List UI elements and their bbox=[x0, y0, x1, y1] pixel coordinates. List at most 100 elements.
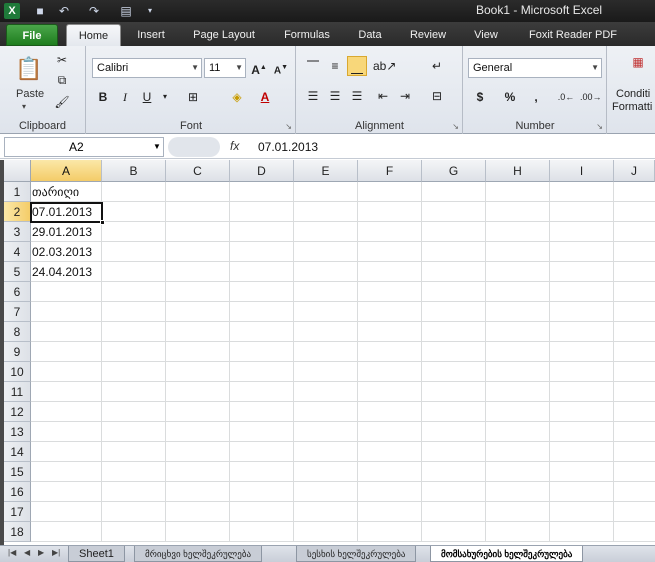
formula-input[interactable]: 07.01.2013 bbox=[258, 140, 318, 154]
number-format-combo[interactable]: General ▼ bbox=[468, 58, 602, 78]
font-size-combo[interactable]: 11 ▼ bbox=[204, 58, 246, 78]
row-header-7[interactable]: 7 bbox=[4, 302, 31, 322]
fill-handle[interactable] bbox=[100, 220, 105, 225]
column-header-h[interactable]: H bbox=[486, 160, 550, 182]
tab-data[interactable]: Data bbox=[350, 24, 390, 46]
cell-a4[interactable]: 02.03.2013 bbox=[32, 242, 92, 262]
select-all-corner[interactable] bbox=[4, 160, 31, 182]
row-header-4[interactable]: 4 bbox=[4, 242, 31, 262]
row-header-17[interactable]: 17 bbox=[4, 502, 31, 522]
row-header-18[interactable]: 18 bbox=[4, 522, 31, 542]
conditional-formatting-icon[interactable]: ▦ bbox=[628, 52, 648, 72]
decrease-indent-icon[interactable]: ⇤ bbox=[373, 86, 393, 106]
fill-color-icon[interactable]: ◈ bbox=[227, 87, 247, 107]
tab-insert[interactable]: Insert bbox=[128, 24, 174, 46]
font-dialog-launcher-icon[interactable]: ↘ bbox=[285, 122, 292, 131]
tab-view[interactable]: View bbox=[466, 24, 506, 46]
first-sheet-icon[interactable]: |◀ bbox=[8, 548, 16, 557]
bottom-align-icon[interactable]: ⎽ bbox=[347, 56, 367, 76]
row-header-1[interactable]: 1 bbox=[4, 182, 31, 202]
row-header-5[interactable]: 5 bbox=[4, 262, 31, 282]
increase-decimal-icon[interactable]: .0← bbox=[556, 87, 576, 107]
sheet-tab-2[interactable]: მრიცხვი ხელშეკრულება bbox=[134, 546, 263, 562]
underline-dropdown-icon[interactable]: ▾ bbox=[155, 87, 175, 107]
cell-a5[interactable]: 24.04.2013 bbox=[32, 262, 92, 282]
column-header-i[interactable]: I bbox=[550, 160, 614, 182]
column-header-c[interactable]: C bbox=[166, 160, 230, 182]
number-dialog-launcher-icon[interactable]: ↘ bbox=[596, 122, 603, 131]
last-sheet-icon[interactable]: ▶| bbox=[52, 548, 60, 557]
font-name-combo[interactable]: Calibri ▼ bbox=[92, 58, 202, 78]
sheet-tab-sheet1[interactable]: Sheet1 bbox=[68, 546, 125, 562]
row-header-8[interactable]: 8 bbox=[4, 322, 31, 342]
column-header-j[interactable]: J bbox=[614, 160, 655, 182]
sheet-tab-4[interactable]: მომსახურების ხელშეკრულება bbox=[430, 546, 584, 562]
top-align-icon[interactable]: ⎺ bbox=[303, 56, 323, 76]
tab-page-layout[interactable]: Page Layout bbox=[184, 24, 264, 46]
copy-icon[interactable]: ⧉ bbox=[52, 70, 72, 90]
row-header-10[interactable]: 10 bbox=[4, 362, 31, 382]
paste-button-label[interactable]: Paste bbox=[16, 88, 44, 100]
align-left-icon[interactable]: ☰ bbox=[303, 86, 323, 106]
column-header-g[interactable]: G bbox=[422, 160, 486, 182]
column-header-a[interactable]: A bbox=[31, 160, 102, 182]
format-painter-icon[interactable]: 🖌 bbox=[52, 92, 72, 112]
insert-function-button[interactable]: fx bbox=[230, 139, 239, 153]
borders-icon[interactable]: ⊞ bbox=[183, 87, 203, 107]
print-icon[interactable]: ▤ bbox=[118, 3, 134, 19]
name-box[interactable]: A2 ▼ bbox=[4, 137, 164, 157]
row-header-14[interactable]: 14 bbox=[4, 442, 31, 462]
tab-formulas[interactable]: Formulas bbox=[276, 24, 338, 46]
save-icon[interactable]: ■ bbox=[32, 3, 48, 19]
row-header-15[interactable]: 15 bbox=[4, 462, 31, 482]
active-cell-selection[interactable] bbox=[30, 202, 105, 225]
align-right-icon[interactable]: ☰ bbox=[347, 86, 367, 106]
row-header-11[interactable]: 11 bbox=[4, 382, 31, 402]
column-header-b[interactable]: B bbox=[102, 160, 166, 182]
cell-a1[interactable]: თარიღი bbox=[32, 182, 79, 202]
column-header-e[interactable]: E bbox=[294, 160, 358, 182]
conditional-formatting-label-2[interactable]: Formatti bbox=[612, 101, 652, 113]
row-header-16[interactable]: 16 bbox=[4, 482, 31, 502]
decrease-decimal-icon[interactable]: .00→ bbox=[580, 87, 602, 107]
row-header-12[interactable]: 12 bbox=[4, 402, 31, 422]
row-header-6[interactable]: 6 bbox=[4, 282, 31, 302]
italic-button[interactable]: I bbox=[115, 87, 135, 107]
shrink-font-icon[interactable]: A▼ bbox=[271, 58, 291, 78]
tab-foxit-reader-pdf[interactable]: Foxit Reader PDF bbox=[518, 24, 628, 46]
undo-icon[interactable]: ↶ bbox=[56, 3, 72, 19]
row-header-2[interactable]: 2 bbox=[4, 202, 31, 222]
row-header-3[interactable]: 3 bbox=[4, 222, 31, 242]
underline-button[interactable]: U bbox=[137, 87, 157, 107]
tab-review[interactable]: Review bbox=[402, 24, 454, 46]
cell-a3[interactable]: 29.01.2013 bbox=[32, 222, 92, 242]
customize-quick-access-icon[interactable]: ▾ bbox=[142, 3, 158, 19]
font-color-icon[interactable]: A bbox=[255, 87, 275, 107]
bold-button[interactable]: B bbox=[93, 87, 113, 107]
alignment-dialog-launcher-icon[interactable]: ↘ bbox=[452, 122, 459, 131]
grow-font-icon[interactable]: A▲ bbox=[249, 58, 269, 78]
comma-button[interactable]: , bbox=[526, 87, 546, 107]
row-header-13[interactable]: 13 bbox=[4, 422, 31, 442]
cut-icon[interactable]: ✂ bbox=[52, 50, 72, 70]
paste-icon[interactable]: 📋 bbox=[14, 52, 44, 86]
currency-button[interactable]: $ bbox=[470, 87, 490, 107]
align-center-icon[interactable]: ☰ bbox=[325, 86, 345, 106]
sheet-tab-3[interactable]: სესხის ხელშეკრულება bbox=[296, 546, 417, 562]
orientation-icon[interactable]: ab↗ bbox=[373, 56, 396, 76]
row-header-9[interactable]: 9 bbox=[4, 342, 31, 362]
redo-icon[interactable]: ↷ bbox=[86, 3, 102, 19]
middle-align-icon[interactable]: ≡ bbox=[325, 56, 345, 76]
next-sheet-icon[interactable]: ▶ bbox=[38, 548, 44, 557]
conditional-formatting-label-1[interactable]: Conditi bbox=[616, 88, 650, 100]
merge-center-icon[interactable]: ⊟ bbox=[427, 86, 447, 106]
percent-button[interactable]: % bbox=[500, 87, 520, 107]
paste-dropdown-icon[interactable]: ▾ bbox=[22, 102, 26, 111]
prev-sheet-icon[interactable]: ◀ bbox=[24, 548, 30, 557]
increase-indent-icon[interactable]: ⇥ bbox=[395, 86, 415, 106]
wrap-text-icon[interactable]: ↵ bbox=[427, 56, 447, 76]
tab-home[interactable]: Home bbox=[66, 24, 121, 46]
column-header-f[interactable]: F bbox=[358, 160, 422, 182]
tab-file[interactable]: File bbox=[6, 24, 58, 46]
column-header-d[interactable]: D bbox=[230, 160, 294, 182]
